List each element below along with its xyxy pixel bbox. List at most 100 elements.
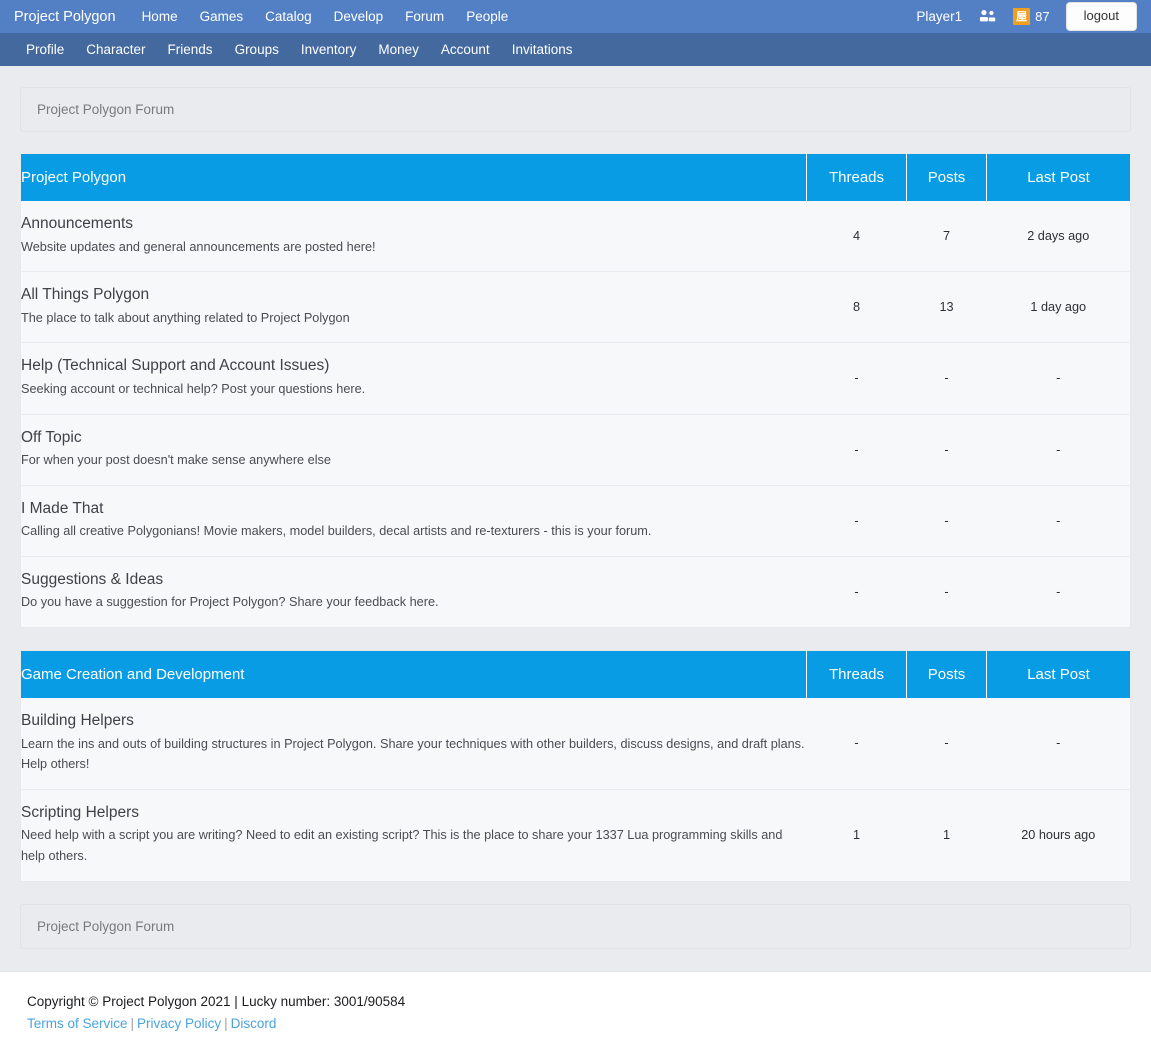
forum-description: Learn the ins and outs of building struc…	[21, 736, 805, 772]
forum-posts-count: -	[906, 484, 987, 557]
forum-name-link[interactable]: I Made That	[21, 500, 807, 519]
forum-row[interactable]: Scripting Helpers Need help with a script…	[20, 788, 1131, 882]
forum-row[interactable]: Suggestions & Ideas Do you have a suggest…	[20, 555, 1131, 628]
forum-description: The place to talk about anything related…	[21, 310, 350, 325]
nav-link-develop[interactable]: Develop	[334, 9, 384, 24]
forum-last-post: 20 hours ago	[986, 788, 1131, 882]
forum-last-post: -	[986, 555, 1131, 628]
page-content: Project Polygon Forum Project Polygon Thr…	[0, 66, 1151, 949]
footer-link-privacy-policy[interactable]: Privacy Policy	[137, 1016, 221, 1031]
copyright-text: Copyright © Project Polygon 2021 | Lucky…	[27, 993, 406, 1009]
forum-info-cell: Announcements Website updates and general…	[20, 201, 807, 272]
forum-category-table: Game Creation and Development Threads Post…	[20, 650, 1131, 882]
forum-last-post: -	[986, 698, 1131, 790]
nav-link-games[interactable]: Games	[200, 9, 244, 24]
forum-posts-count: 7	[906, 201, 987, 272]
nav-link-forum[interactable]: Forum	[405, 9, 444, 24]
currency-display[interactable]: 屋 87	[1013, 7, 1050, 25]
forum-tables-container: Project Polygon Threads Posts Last Post Anno…	[20, 153, 1131, 882]
forum-info-cell: Scripting Helpers Need help with a script…	[20, 788, 807, 882]
polygon-currency-icon: 屋	[1013, 7, 1031, 25]
forum-row[interactable]: Announcements Website updates and general…	[20, 201, 1131, 272]
brand-logo[interactable]: Project Polygon	[14, 9, 116, 25]
navbar-right-group: Player1 屋 87 logout	[916, 2, 1141, 31]
forum-last-post: 2 days ago	[986, 201, 1131, 272]
forum-threads-count: -	[806, 555, 907, 628]
category-header-row: Project Polygon Threads Posts Last Post	[20, 153, 1131, 201]
forum-posts-count: 13	[906, 271, 987, 343]
subnav-link-invitations[interactable]: Invitations	[512, 42, 573, 57]
username-label: Player1	[916, 8, 963, 24]
column-header-last-post: Last Post	[986, 153, 1131, 201]
nav-link-home[interactable]: Home	[142, 9, 178, 24]
forum-posts-count: -	[906, 698, 987, 790]
subnav-link-profile[interactable]: Profile	[26, 42, 64, 57]
forum-info-cell: Suggestions & Ideas Do you have a suggest…	[20, 555, 807, 628]
footer-link-discord[interactable]: Discord	[231, 1016, 277, 1031]
forum-category-table: Project Polygon Threads Posts Last Post Anno…	[20, 153, 1131, 629]
column-header-posts: Posts	[906, 650, 987, 699]
forum-name-link[interactable]: Off Topic	[21, 429, 807, 448]
nav-link-people[interactable]: People	[466, 9, 508, 24]
currency-amount: 87	[1035, 8, 1050, 24]
forum-info-cell: All Things Polygon The place to talk abou…	[20, 271, 807, 343]
primary-nav: Home Games Catalog Develop Forum People	[142, 9, 509, 24]
forum-description: Need help with a script you are writing?…	[21, 828, 783, 863]
forum-name-link[interactable]: Building Helpers	[21, 712, 807, 731]
subnav-link-inventory[interactable]: Inventory	[301, 42, 357, 57]
footer-link-terms-of-service[interactable]: Terms of Service	[27, 1016, 128, 1031]
forum-description: Website updates and general announcement…	[21, 239, 376, 254]
forum-name-link[interactable]: Help (Technical Support and Account Issu…	[21, 357, 807, 376]
breadcrumb-bottom: Project Polygon Forum	[20, 903, 1131, 949]
subnav-link-friends[interactable]: Friends	[168, 42, 213, 57]
subnav-link-character[interactable]: Character	[86, 42, 145, 57]
forum-row[interactable]: All Things Polygon The place to talk abou…	[20, 271, 1131, 343]
forum-last-post: -	[986, 484, 1131, 557]
forum-row[interactable]: Off Topic For when your post doesn't make…	[20, 413, 1131, 486]
forum-posts-count: -	[906, 342, 987, 415]
forum-threads-count: -	[806, 413, 907, 486]
forum-description: Do you have a suggestion for Project Pol…	[21, 595, 439, 610]
forum-threads-count: 1	[806, 788, 907, 882]
forum-posts-count: 1	[906, 788, 987, 882]
forum-threads-count: -	[806, 342, 907, 415]
forum-info-cell: I Made That Calling all creative Polygoni…	[20, 484, 807, 557]
breadcrumb-top: Project Polygon Forum	[20, 87, 1131, 132]
footer-separator: |	[224, 1015, 228, 1031]
top-navbar: Project Polygon Home Games Catalog Develop F…	[0, 0, 1151, 33]
forum-row[interactable]: Help (Technical Support and Account Issu…	[20, 342, 1131, 415]
column-header-threads: Threads	[806, 650, 907, 699]
forum-description: For when your post doesn't make sense an…	[21, 453, 331, 468]
forum-description: Seeking account or technical help? Post …	[21, 381, 366, 396]
column-header-last-post: Last Post	[986, 650, 1131, 699]
secondary-navbar: Profile Character Friends Groups Inventory Mo…	[0, 33, 1151, 66]
forum-posts-count: -	[906, 555, 987, 628]
footer-separator: |	[130, 1015, 135, 1031]
forum-row[interactable]: I Made That Calling all creative Polygoni…	[20, 484, 1131, 557]
forum-row[interactable]: Building Helpers Learn the ins and outs o…	[20, 698, 1131, 790]
forum-name-link[interactable]: All Things Polygon	[21, 286, 807, 305]
forum-threads-count: -	[806, 698, 907, 790]
forum-posts-count: -	[906, 413, 987, 486]
nav-link-catalog[interactable]: Catalog	[265, 9, 312, 24]
forum-name-link[interactable]: Scripting Helpers	[21, 804, 807, 823]
footer-links: Terms of Service | Privacy Policy | Discord	[27, 1016, 1124, 1031]
subnav-link-groups[interactable]: Groups	[235, 42, 279, 57]
category-title[interactable]: Game Creation and Development	[20, 650, 807, 699]
subnav-link-account[interactable]: Account	[441, 42, 490, 57]
category-header-row: Game Creation and Development Threads Post…	[20, 650, 1131, 699]
category-title[interactable]: Project Polygon	[20, 153, 807, 201]
forum-name-link[interactable]: Announcements	[21, 215, 807, 234]
forum-last-post: -	[986, 342, 1131, 415]
logout-button[interactable]: logout	[1065, 2, 1137, 31]
forum-description: Calling all creative Polygonians! Movie …	[21, 524, 652, 539]
forum-name-link[interactable]: Suggestions & Ideas	[21, 571, 807, 590]
forum-last-post: 1 day ago	[986, 271, 1131, 343]
forum-last-post: -	[986, 413, 1131, 486]
people-icon[interactable]	[978, 9, 997, 24]
forum-info-cell: Off Topic For when your post doesn't make…	[20, 413, 807, 486]
subnav-link-money[interactable]: Money	[378, 42, 419, 57]
column-header-threads: Threads	[806, 153, 907, 201]
forum-threads-count: 8	[806, 271, 907, 343]
site-footer: Copyright © Project Polygon 2021 | Lucky…	[0, 970, 1151, 1061]
